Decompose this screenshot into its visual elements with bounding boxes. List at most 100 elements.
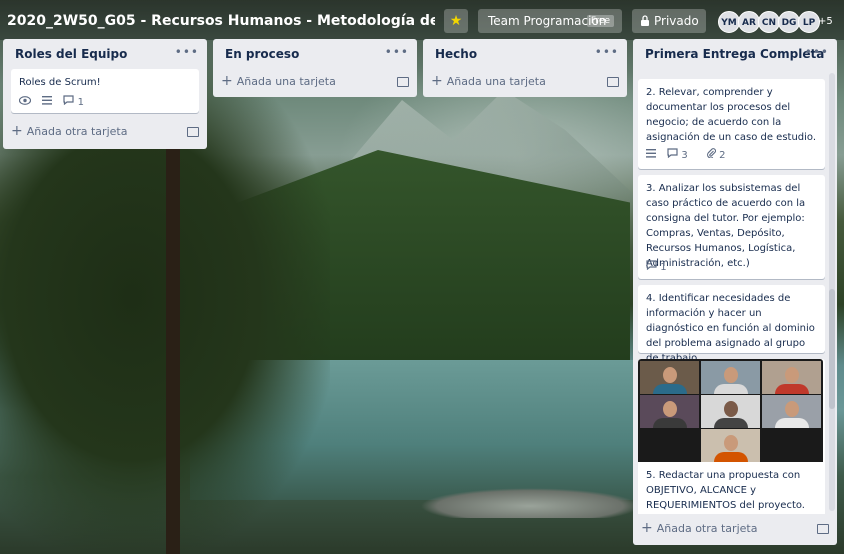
watch-icon	[18, 96, 34, 108]
add-card-label: Añada otra tarjeta	[26, 125, 128, 138]
add-card-button[interactable]: + Añada una tarjeta	[431, 69, 546, 93]
add-card-label: Añada una tarjeta	[446, 75, 546, 88]
list-header: Roles del Equipo •••	[3, 39, 207, 69]
participant-tile	[762, 395, 821, 428]
attachment-badge: 2	[707, 148, 734, 161]
list-header: En proceso •••	[213, 39, 417, 69]
board-header: 2020_2W50_G05 - Recursos Humanos - Metod…	[0, 0, 844, 40]
description-icon	[646, 149, 659, 161]
card-badges: 1	[646, 260, 683, 274]
more-members[interactable]: +5	[818, 11, 833, 33]
card-title: 4. Identificar necesidades de informació…	[646, 293, 815, 364]
avatar[interactable]: LP	[798, 11, 820, 33]
avatar[interactable]: YM	[718, 11, 740, 33]
plus-icon: +	[11, 123, 23, 139]
card-list-scroll-area[interactable]: 2. Relevar, comprender y documentar los …	[633, 69, 837, 514]
participant-tile	[640, 361, 699, 394]
card[interactable]: Roles de Scrum! 1	[11, 69, 199, 113]
visibility-button[interactable]: Privado	[632, 9, 706, 33]
comment-badge: 1	[646, 260, 675, 273]
body	[774, 418, 809, 428]
list-en-proceso: En proceso ••• + Añada una tarjeta	[213, 39, 417, 97]
card-template-icon[interactable]	[397, 77, 409, 87]
card-badges: 1	[18, 95, 100, 109]
body	[652, 384, 687, 394]
card-template-icon[interactable]	[607, 77, 619, 87]
list-title[interactable]: Roles del Equipo	[15, 47, 127, 61]
add-card-label: Añada otra tarjeta	[656, 522, 758, 535]
face	[723, 435, 738, 451]
comment-icon	[667, 148, 678, 159]
face	[784, 367, 799, 383]
card-title: 3. Analizar los subsistemas del caso prá…	[646, 183, 806, 269]
add-card-button[interactable]: + Añada otra tarjeta	[641, 516, 757, 540]
participant-tile	[701, 395, 760, 428]
body	[713, 418, 748, 428]
comment-count: 1	[660, 262, 667, 273]
add-card-label: Añada una tarjeta	[236, 75, 336, 88]
background-tree-trunk	[166, 120, 180, 554]
participant-tile	[701, 429, 760, 462]
card-badges: 3 2	[646, 148, 742, 162]
list-roles-del-equipo: Roles del Equipo ••• Roles de Scrum! 1 +…	[3, 39, 207, 149]
avatar[interactable]: CN	[758, 11, 780, 33]
list-menu-icon[interactable]: •••	[595, 45, 619, 59]
comment-count: 3	[681, 150, 688, 161]
face	[784, 401, 799, 417]
avatar[interactable]: DG	[778, 11, 800, 33]
add-card-button[interactable]: + Añada una tarjeta	[221, 69, 336, 93]
list-hecho: Hecho ••• + Añada una tarjeta	[423, 39, 627, 97]
comment-icon	[646, 260, 657, 271]
list-menu-icon[interactable]: •••	[805, 45, 829, 59]
list-title[interactable]: En proceso	[225, 47, 299, 61]
plus-icon: +	[641, 520, 653, 536]
star-icon: ★	[449, 13, 463, 29]
card-title: 2. Relevar, comprender y documentar los …	[646, 87, 817, 143]
plus-icon: +	[221, 73, 233, 89]
list-header: Primera Entrega Completa •••	[633, 39, 837, 69]
list-title[interactable]: Hecho	[435, 47, 477, 61]
visibility-label: Privado	[654, 14, 699, 28]
avatar[interactable]: AR	[738, 11, 760, 33]
participant-tile	[640, 395, 699, 428]
background-rocks	[420, 488, 640, 518]
comment-count: 1	[77, 97, 84, 108]
attachment-count: 2	[719, 150, 726, 161]
face	[662, 367, 677, 383]
card-title: 5. Redactar una propuesta con OBJETIVO, …	[646, 470, 805, 511]
card[interactable]: 4. Identificar necesidades de informació…	[638, 285, 825, 364]
list-title[interactable]: Primera Entrega Completa	[645, 47, 824, 61]
board-title[interactable]: 2020_2W50_G05 - Recursos Humanos - Metod…	[7, 9, 435, 33]
team-button[interactable]: Team Programacion Free	[478, 9, 622, 33]
card[interactable]: 3. Analizar los subsistemas del caso prá…	[638, 175, 825, 279]
scrollbar-thumb[interactable]	[829, 289, 835, 409]
card-title: Roles de Scrum!	[19, 77, 101, 88]
comment-badge: 3	[667, 148, 699, 161]
description-icon	[42, 96, 55, 108]
list-menu-icon[interactable]: •••	[385, 45, 409, 59]
face	[723, 401, 738, 417]
participant-tile	[762, 361, 821, 394]
list-primera-entrega-completa: Primera Entrega Completa ••• 2. Relevar,…	[633, 39, 837, 545]
free-badge: Free	[586, 15, 614, 27]
body	[652, 418, 687, 428]
list-header: Hecho •••	[423, 39, 627, 69]
body	[774, 384, 809, 394]
lock-icon	[641, 15, 649, 26]
card[interactable]: 2. Relevar, comprender y documentar los …	[638, 79, 825, 169]
card-template-icon[interactable]	[187, 127, 199, 137]
comment-badge: 1	[63, 95, 92, 108]
card-template-icon[interactable]	[817, 524, 829, 534]
participant-tile	[701, 361, 760, 394]
list-menu-icon[interactable]: •••	[175, 45, 199, 59]
paperclip-icon	[707, 148, 716, 159]
star-button[interactable]: ★	[444, 9, 468, 33]
plus-icon: +	[431, 73, 443, 89]
card[interactable]: 5. Redactar una propuesta con OBJETIVO, …	[638, 359, 825, 514]
comment-icon	[63, 95, 74, 106]
card-cover-image	[638, 359, 823, 462]
body	[713, 384, 748, 394]
add-card-button[interactable]: + Añada otra tarjeta	[11, 119, 127, 143]
body	[713, 452, 748, 462]
face	[723, 367, 738, 383]
